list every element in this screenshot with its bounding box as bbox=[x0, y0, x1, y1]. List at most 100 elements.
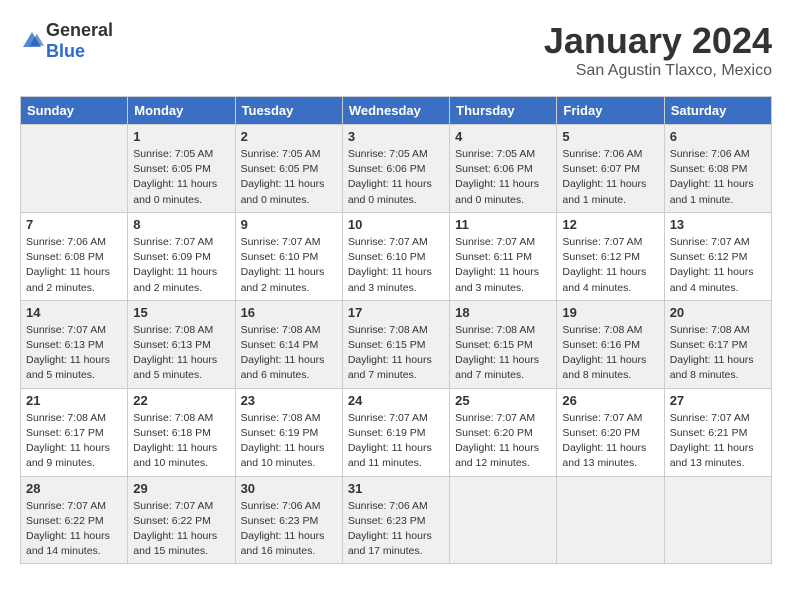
day-number: 1 bbox=[133, 129, 229, 144]
day-info: Sunrise: 7:07 AM Sunset: 6:21 PM Dayligh… bbox=[670, 411, 766, 472]
table-row bbox=[450, 476, 557, 564]
header-friday: Friday bbox=[557, 97, 664, 125]
day-number: 27 bbox=[670, 393, 766, 408]
day-info: Sunrise: 7:06 AM Sunset: 6:08 PM Dayligh… bbox=[26, 235, 122, 296]
table-row: 24 Sunrise: 7:07 AM Sunset: 6:19 PM Dayli… bbox=[342, 388, 449, 476]
day-number: 29 bbox=[133, 481, 229, 496]
table-row: 30 Sunrise: 7:06 AM Sunset: 6:23 PM Dayli… bbox=[235, 476, 342, 564]
calendar-week-row: 1 Sunrise: 7:05 AM Sunset: 6:05 PM Daylig… bbox=[21, 125, 772, 213]
table-row bbox=[557, 476, 664, 564]
table-row: 18Sunrise: 7:08 AM Sunset: 6:15 PM Dayli… bbox=[450, 300, 557, 388]
header-saturday: Saturday bbox=[664, 97, 771, 125]
table-row: 26 Sunrise: 7:07 AM Sunset: 6:20 PM Dayli… bbox=[557, 388, 664, 476]
table-row: 5 Sunrise: 7:06 AM Sunset: 6:07 PM Daylig… bbox=[557, 125, 664, 213]
table-row: 12Sunrise: 7:07 AM Sunset: 6:12 PM Dayli… bbox=[557, 212, 664, 300]
day-info: Sunrise: 7:08 AM Sunset: 6:16 PM Dayligh… bbox=[562, 323, 658, 384]
table-row: 29 Sunrise: 7:07 AM Sunset: 6:22 PM Dayli… bbox=[128, 476, 235, 564]
day-number: 10 bbox=[348, 217, 444, 232]
calendar-week-row: 21 Sunrise: 7:08 AM Sunset: 6:17 PM Dayli… bbox=[21, 388, 772, 476]
day-info: Sunrise: 7:08 AM Sunset: 6:15 PM Dayligh… bbox=[348, 323, 444, 384]
logo-icon bbox=[20, 29, 44, 53]
day-number: 3 bbox=[348, 129, 444, 144]
header-thursday: Thursday bbox=[450, 97, 557, 125]
day-number: 28 bbox=[26, 481, 122, 496]
day-info: Sunrise: 7:08 AM Sunset: 6:19 PM Dayligh… bbox=[241, 411, 337, 472]
table-row: 8 Sunrise: 7:07 AM Sunset: 6:09 PM Daylig… bbox=[128, 212, 235, 300]
table-row: 17 Sunrise: 7:08 AM Sunset: 6:15 PM Dayli… bbox=[342, 300, 449, 388]
day-info: Sunrise: 7:08 AM Sunset: 6:18 PM Dayligh… bbox=[133, 411, 229, 472]
calendar-week-row: 7 Sunrise: 7:06 AM Sunset: 6:08 PM Daylig… bbox=[21, 212, 772, 300]
day-info: Sunrise: 7:07 AM Sunset: 6:10 PM Dayligh… bbox=[241, 235, 337, 296]
table-row: 16 Sunrise: 7:08 AM Sunset: 6:14 PM Dayli… bbox=[235, 300, 342, 388]
day-number: 22 bbox=[133, 393, 229, 408]
table-row: 3Sunrise: 7:05 AM Sunset: 6:06 PM Daylig… bbox=[342, 125, 449, 213]
day-number: 5 bbox=[562, 129, 658, 144]
day-number: 31 bbox=[348, 481, 444, 496]
logo: General Blue bbox=[20, 20, 113, 62]
day-number: 13 bbox=[670, 217, 766, 232]
day-number: 12 bbox=[562, 217, 658, 232]
day-number: 20 bbox=[670, 305, 766, 320]
header-sunday: Sunday bbox=[21, 97, 128, 125]
table-row bbox=[21, 125, 128, 213]
day-info: Sunrise: 7:08 AM Sunset: 6:14 PM Dayligh… bbox=[241, 323, 337, 384]
table-row: 2 Sunrise: 7:05 AM Sunset: 6:05 PM Daylig… bbox=[235, 125, 342, 213]
header: General Blue January 2024 San Agustin Tl… bbox=[20, 20, 772, 80]
day-info: Sunrise: 7:06 AM Sunset: 6:23 PM Dayligh… bbox=[348, 499, 444, 560]
table-row: 13 Sunrise: 7:07 AM Sunset: 6:12 PM Dayli… bbox=[664, 212, 771, 300]
day-info: Sunrise: 7:07 AM Sunset: 6:20 PM Dayligh… bbox=[455, 411, 551, 472]
table-row: 10 Sunrise: 7:07 AM Sunset: 6:10 PM Dayli… bbox=[342, 212, 449, 300]
title-area: January 2024 San Agustin Tlaxco, Mexico bbox=[544, 20, 772, 80]
day-number: 16 bbox=[241, 305, 337, 320]
calendar: Sunday Monday Tuesday Wednesday Thursday… bbox=[20, 96, 772, 564]
day-info: Sunrise: 7:08 AM Sunset: 6:17 PM Dayligh… bbox=[26, 411, 122, 472]
header-monday: Monday bbox=[128, 97, 235, 125]
day-number: 24 bbox=[348, 393, 444, 408]
calendar-week-row: 14 Sunrise: 7:07 AM Sunset: 6:13 PM Dayli… bbox=[21, 300, 772, 388]
day-info: Sunrise: 7:07 AM Sunset: 6:12 PM Dayligh… bbox=[670, 235, 766, 296]
table-row: 4 Sunrise: 7:05 AM Sunset: 6:06 PM Daylig… bbox=[450, 125, 557, 213]
day-info: Sunrise: 7:05 AM Sunset: 6:05 PM Dayligh… bbox=[241, 147, 337, 208]
day-info: Sunrise: 7:07 AM Sunset: 6:19 PM Dayligh… bbox=[348, 411, 444, 472]
day-info: Sunrise: 7:07 AM Sunset: 6:22 PM Dayligh… bbox=[133, 499, 229, 560]
weekday-header-row: Sunday Monday Tuesday Wednesday Thursday… bbox=[21, 97, 772, 125]
day-info: Sunrise: 7:05 AM Sunset: 6:06 PM Dayligh… bbox=[455, 147, 551, 208]
logo-general: General bbox=[46, 20, 113, 40]
day-number: 7 bbox=[26, 217, 122, 232]
table-row: 6 Sunrise: 7:06 AM Sunset: 6:08 PM Daylig… bbox=[664, 125, 771, 213]
table-row: 28Sunrise: 7:07 AM Sunset: 6:22 PM Dayli… bbox=[21, 476, 128, 564]
day-info: Sunrise: 7:06 AM Sunset: 6:23 PM Dayligh… bbox=[241, 499, 337, 560]
day-info: Sunrise: 7:06 AM Sunset: 6:07 PM Dayligh… bbox=[562, 147, 658, 208]
table-row: 19Sunrise: 7:08 AM Sunset: 6:16 PM Dayli… bbox=[557, 300, 664, 388]
day-number: 11 bbox=[455, 217, 551, 232]
day-number: 14 bbox=[26, 305, 122, 320]
table-row: 22 Sunrise: 7:08 AM Sunset: 6:18 PM Dayli… bbox=[128, 388, 235, 476]
day-info: Sunrise: 7:07 AM Sunset: 6:20 PM Dayligh… bbox=[562, 411, 658, 472]
day-info: Sunrise: 7:07 AM Sunset: 6:11 PM Dayligh… bbox=[455, 235, 551, 296]
day-number: 2 bbox=[241, 129, 337, 144]
day-info: Sunrise: 7:08 AM Sunset: 6:13 PM Dayligh… bbox=[133, 323, 229, 384]
table-row: 20 Sunrise: 7:08 AM Sunset: 6:17 PM Dayli… bbox=[664, 300, 771, 388]
day-info: Sunrise: 7:07 AM Sunset: 6:13 PM Dayligh… bbox=[26, 323, 122, 384]
table-row: 14 Sunrise: 7:07 AM Sunset: 6:13 PM Dayli… bbox=[21, 300, 128, 388]
table-row: 27 Sunrise: 7:07 AM Sunset: 6:21 PM Dayli… bbox=[664, 388, 771, 476]
day-number: 4 bbox=[455, 129, 551, 144]
day-info: Sunrise: 7:08 AM Sunset: 6:17 PM Dayligh… bbox=[670, 323, 766, 384]
logo-blue: Blue bbox=[46, 41, 85, 61]
day-info: Sunrise: 7:07 AM Sunset: 6:10 PM Dayligh… bbox=[348, 235, 444, 296]
table-row: 7 Sunrise: 7:06 AM Sunset: 6:08 PM Daylig… bbox=[21, 212, 128, 300]
day-number: 21 bbox=[26, 393, 122, 408]
table-row: 21 Sunrise: 7:08 AM Sunset: 6:17 PM Dayli… bbox=[21, 388, 128, 476]
table-row: 9Sunrise: 7:07 AM Sunset: 6:10 PM Daylig… bbox=[235, 212, 342, 300]
day-number: 6 bbox=[670, 129, 766, 144]
day-number: 26 bbox=[562, 393, 658, 408]
day-number: 18 bbox=[455, 305, 551, 320]
day-number: 17 bbox=[348, 305, 444, 320]
day-number: 8 bbox=[133, 217, 229, 232]
table-row: 25 Sunrise: 7:07 AM Sunset: 6:20 PM Dayli… bbox=[450, 388, 557, 476]
day-info: Sunrise: 7:06 AM Sunset: 6:08 PM Dayligh… bbox=[670, 147, 766, 208]
day-info: Sunrise: 7:05 AM Sunset: 6:05 PM Dayligh… bbox=[133, 147, 229, 208]
day-number: 30 bbox=[241, 481, 337, 496]
day-info: Sunrise: 7:07 AM Sunset: 6:09 PM Dayligh… bbox=[133, 235, 229, 296]
day-number: 25 bbox=[455, 393, 551, 408]
